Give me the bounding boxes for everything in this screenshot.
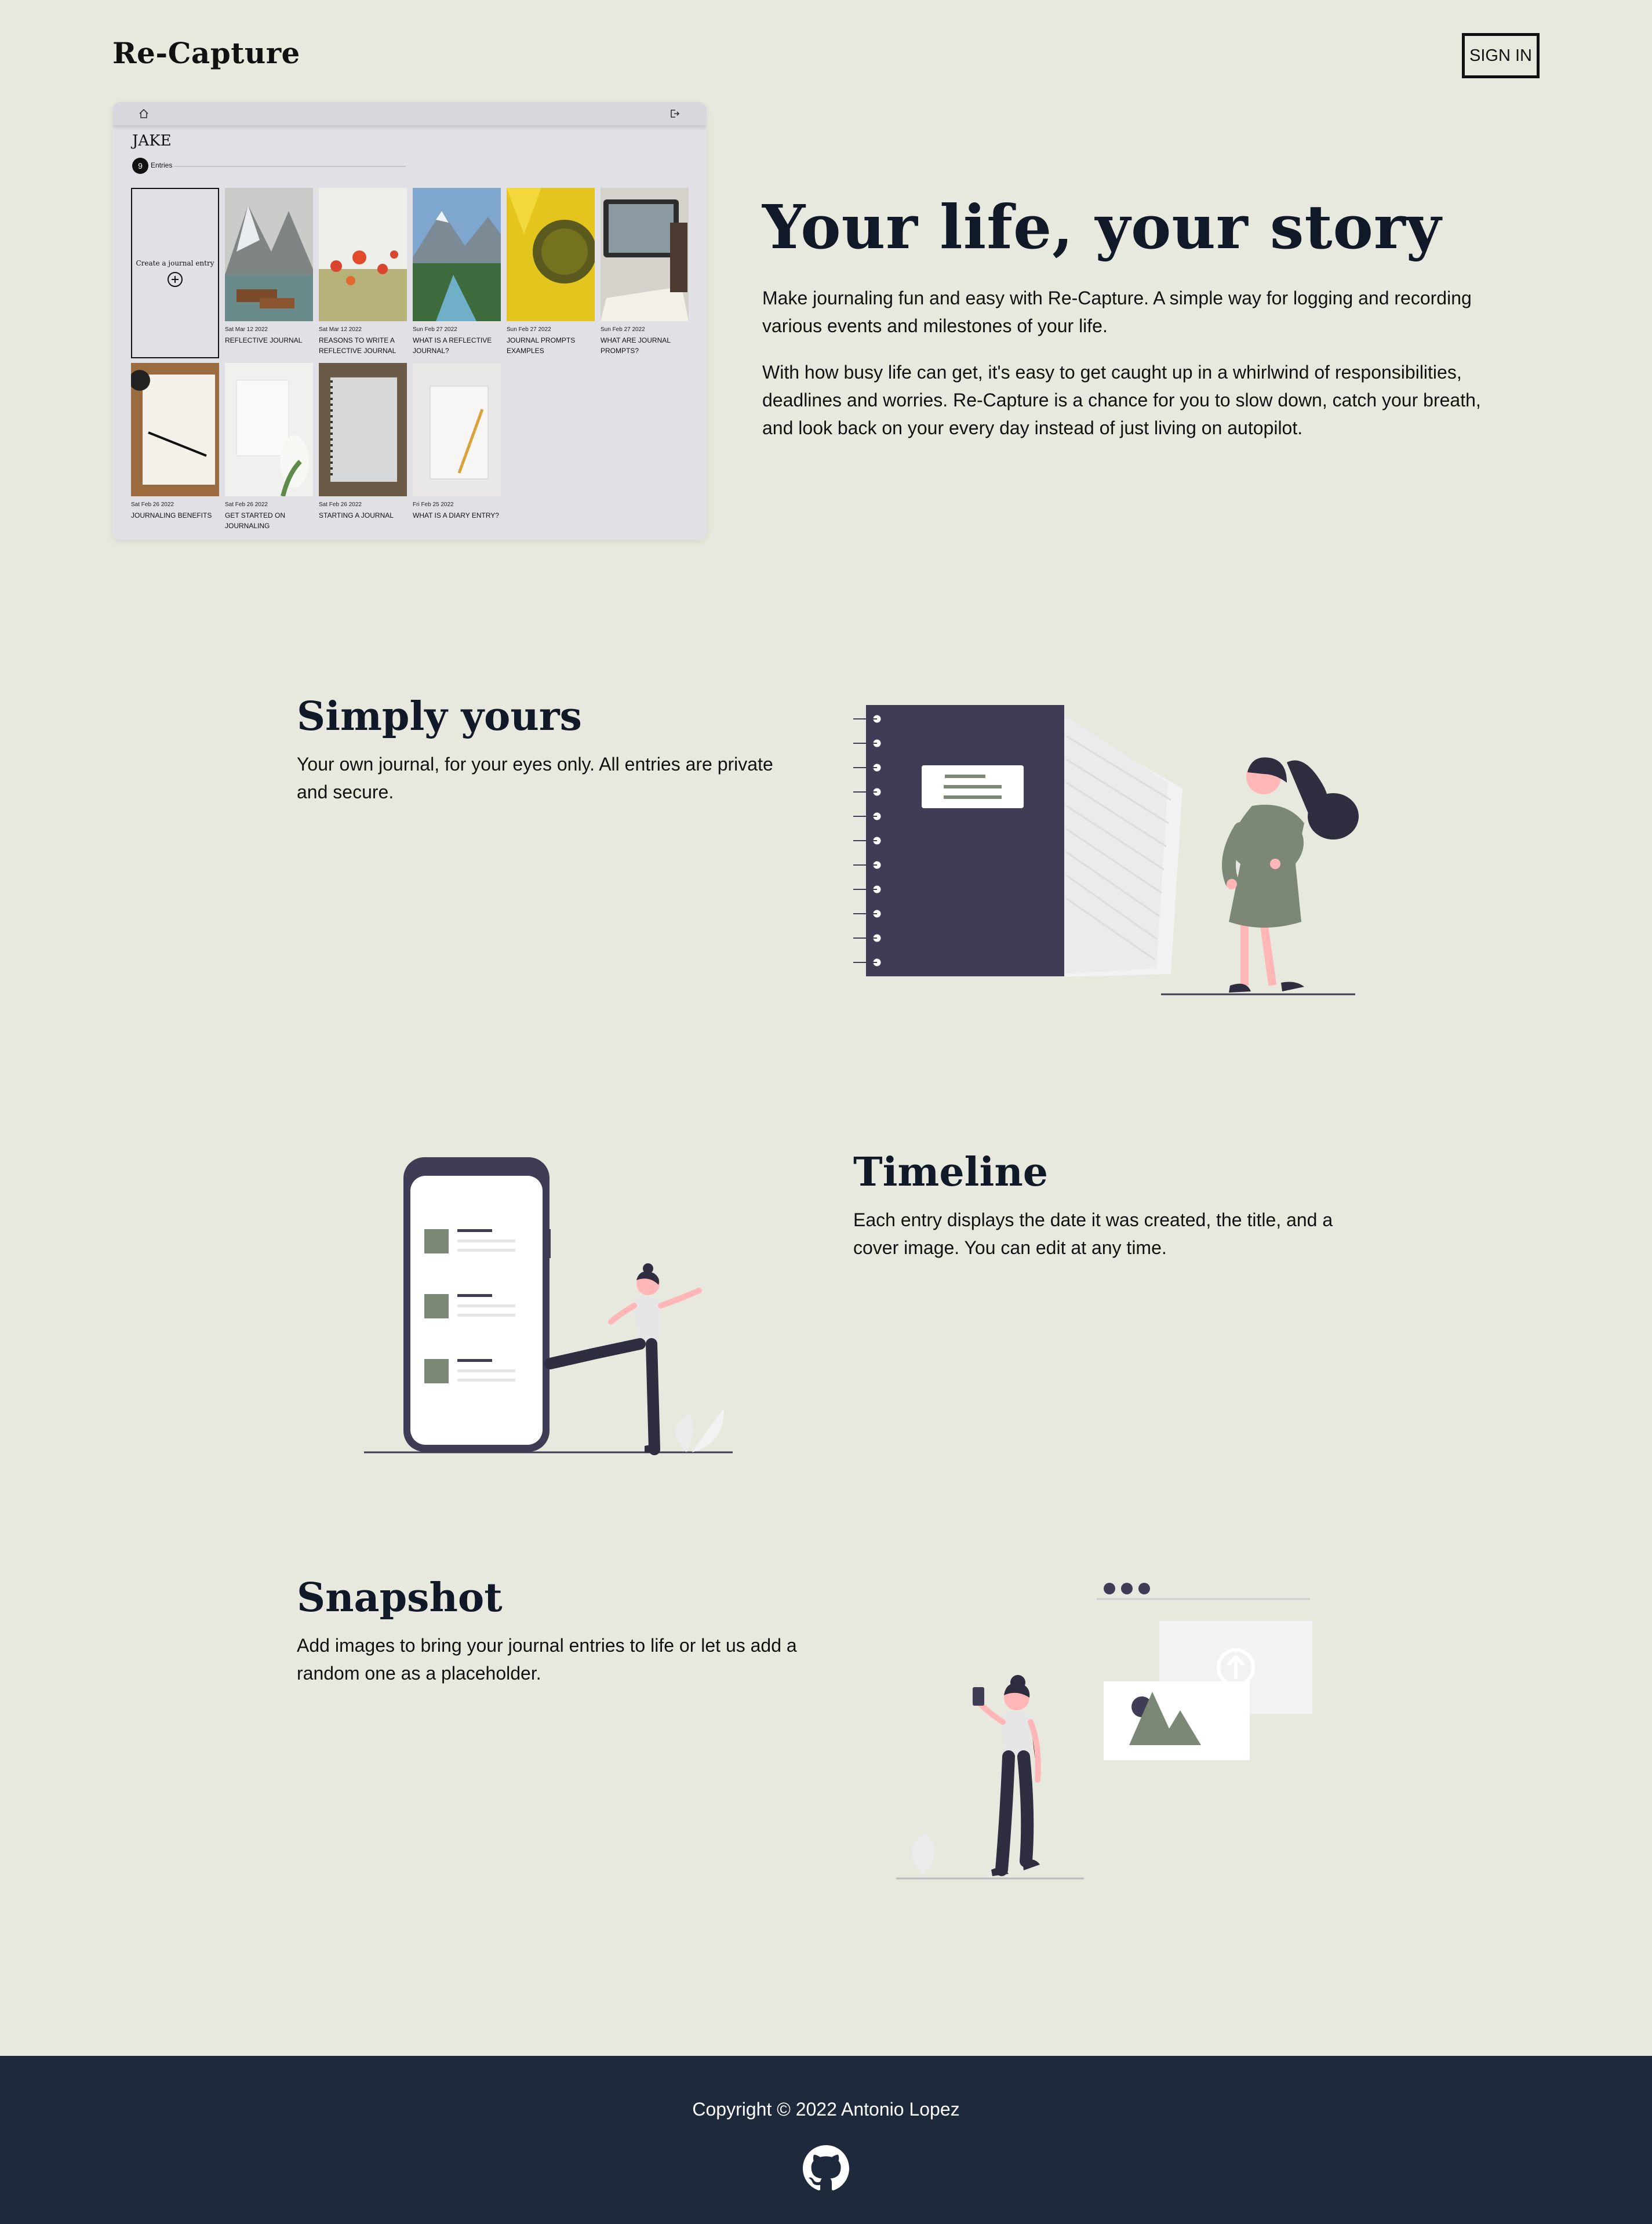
feature-title: Timeline — [853, 1149, 1049, 1195]
entry-cover-image — [225, 188, 313, 321]
entry-title: REFLECTIVE JOURNAL — [225, 336, 303, 344]
divider — [174, 166, 406, 167]
entry-card: Sat Feb 26 2022 GET STARTED ON JOURNALIN… — [225, 363, 313, 531]
entry-cover-image — [601, 188, 689, 321]
entry-cover-image — [319, 188, 407, 321]
entries-label: Entries — [151, 161, 173, 169]
entry-title: WHAT IS A DIARY ENTRY? — [413, 511, 499, 519]
copyright-text: Copyright © 2022 Antonio Lopez — [692, 2099, 960, 2120]
home-icon — [139, 108, 148, 118]
entry-card: Sat Mar 12 2022 REFLECTIVE JOURNAL — [225, 188, 313, 346]
sign-in-button[interactable]: SIGN IN — [1462, 33, 1540, 78]
entry-card: Sun Feb 27 2022 JOURNAL PROMPTS EXAMPLES — [507, 188, 596, 356]
entry-title: REASONS TO WRITE A REFLECTIVE JOURNAL — [319, 336, 396, 355]
github-icon[interactable] — [803, 2145, 849, 2192]
entry-title: JOURNAL PROMPTS EXAMPLES — [507, 336, 576, 355]
entry-title: WHAT IS A REFLECTIVE JOURNAL? — [413, 336, 492, 355]
entry-date: Fri Feb 25 2022 — [413, 502, 454, 508]
entry-date: Sun Feb 27 2022 — [413, 326, 457, 333]
entry-title: STARTING A JOURNAL — [319, 511, 394, 519]
create-entry-card: Create a journal entry — [131, 188, 219, 358]
entry-date: Sat Feb 26 2022 — [319, 502, 362, 508]
entry-title: JOURNALING BENEFITS — [131, 511, 212, 519]
entry-date: Sat Feb 26 2022 — [131, 502, 174, 508]
logout-icon — [671, 110, 680, 118]
hero-title: Your life, your story — [762, 191, 1442, 263]
add-circle-icon — [168, 272, 183, 287]
entry-date: Sat Feb 26 2022 — [225, 502, 268, 508]
feature-text: Add images to bring your journal entries… — [297, 1635, 797, 1684]
feature-title: Snapshot — [297, 1575, 503, 1621]
entry-date: Sun Feb 27 2022 — [507, 326, 551, 333]
hero-intro: Make journaling fun and easy with Re-Cap… — [762, 288, 1472, 336]
entries-count-badge: 9 — [132, 158, 148, 174]
entry-card: Fri Feb 25 2022 WHAT IS A DIARY ENTRY? — [413, 363, 501, 521]
entry-card: Sat Mar 12 2022 REASONS TO WRITE A REFLE… — [319, 188, 407, 356]
entry-cover-image — [413, 188, 501, 321]
entry-cover-image — [413, 363, 501, 496]
app-preview: JAKE 9 Entries Create a journal entry Sa… — [112, 102, 707, 540]
feature-title: Simply yours — [297, 693, 582, 740]
entry-date: Sat Mar 12 2022 — [225, 326, 268, 333]
entry-title: WHAT ARE JOURNAL PROMPTS? — [601, 336, 671, 355]
create-entry-label: Create a journal entry — [136, 259, 214, 267]
entry-card: Sat Feb 26 2022 STARTING A JOURNAL — [319, 363, 407, 521]
preview-username: JAKE — [132, 132, 172, 150]
entry-card: Sat Feb 26 2022 JOURNALING BENEFITS — [129, 363, 219, 521]
entry-date: Sat Mar 12 2022 — [319, 326, 362, 333]
entry-card: Sun Feb 27 2022 WHAT ARE JOURNAL PROMPTS… — [601, 188, 689, 356]
entry-date: Sun Feb 27 2022 — [601, 326, 645, 333]
snapshot-illustration — [896, 1583, 1312, 1880]
logo[interactable]: Re-Capture — [112, 36, 300, 70]
journal-illustration — [853, 705, 1359, 995]
entry-cover-image — [319, 363, 407, 496]
feature-text: Your own journal, for your eyes only. Al… — [297, 754, 773, 802]
feature-text: Each entry displays the date it was crea… — [853, 1209, 1333, 1258]
entry-cover-image — [225, 363, 313, 497]
timeline-illustration — [364, 1157, 733, 1455]
entry-cover-image — [129, 363, 219, 496]
entry-card: Sun Feb 27 2022 WHAT IS A REFLECTIVE JOU… — [413, 188, 501, 356]
footer — [0, 2056, 1652, 2224]
hero-description: With how busy life can get, it's easy to… — [762, 362, 1481, 438]
preview-navbar — [112, 102, 707, 125]
entry-title: GET STARTED ON JOURNALING — [225, 511, 286, 530]
entry-cover-image — [507, 188, 596, 321]
